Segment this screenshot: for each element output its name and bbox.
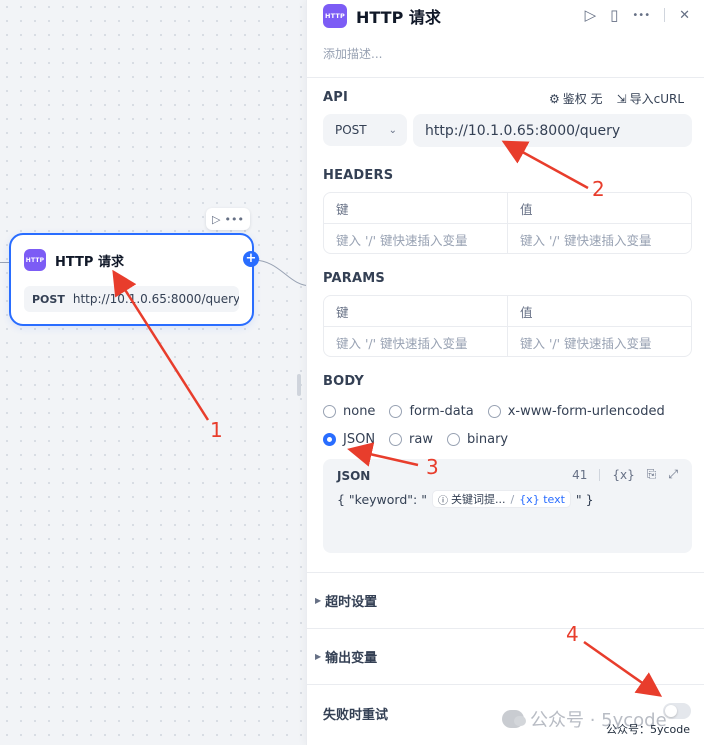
play-icon[interactable]: ▷ bbox=[212, 213, 220, 226]
output-variables-toggle[interactable]: ▶ 输出变量 bbox=[315, 647, 377, 666]
api-tools: ⚙ 鉴权 无 ⇲ 导入cURL bbox=[549, 90, 684, 107]
node-toolbar: ▷ ••• bbox=[206, 208, 250, 230]
headers-label: HEADERS bbox=[323, 168, 394, 183]
header-value-input[interactable]: 键入 '/' 键快速插入变量 bbox=[507, 224, 691, 253]
annotation-3: 3 bbox=[426, 455, 439, 479]
json-editor-tools: 41 {x} ⎘ ⤢ bbox=[572, 467, 678, 482]
watermark-small: 公众号：5ycode bbox=[606, 723, 691, 736]
body-type-options: none form-data x-www-form-urlencoded bbox=[323, 404, 665, 419]
http-request-node[interactable]: HTTP HTTP 请求 POST http://10.1.0.65:8000/… bbox=[9, 233, 254, 326]
timeout-settings-toggle[interactable]: ▶ 超时设置 bbox=[315, 591, 377, 610]
radio-icon bbox=[389, 433, 403, 446]
play-icon[interactable]: ▷ bbox=[585, 6, 597, 24]
insert-variable-icon[interactable]: {x} bbox=[612, 468, 634, 482]
node-method: POST bbox=[32, 292, 65, 306]
table-header-row: 键 值 bbox=[324, 296, 691, 326]
json-editor[interactable]: JSON 41 {x} ⎘ ⤢ { "keyword": " ⓘ 关键词提...… bbox=[323, 459, 692, 553]
caret-right-icon: ▶ bbox=[315, 596, 322, 605]
json-content[interactable]: { "keyword": " ⓘ 关键词提... / {x} text " } bbox=[337, 490, 594, 508]
body-type-options-2: JSON raw binary bbox=[323, 432, 508, 447]
body-label: BODY bbox=[323, 374, 365, 389]
http-icon: HTTP bbox=[24, 249, 46, 271]
radio-icon bbox=[389, 405, 403, 418]
import-curl-button[interactable]: ⇲ 导入cURL bbox=[617, 90, 684, 107]
gear-icon: ⚙ bbox=[548, 91, 560, 106]
api-label: API bbox=[323, 90, 349, 105]
panel-title[interactable]: HTTP 请求 bbox=[356, 4, 441, 28]
table-row: 键入 '/' 键快速插入变量 键入 '/' 键快速插入变量 bbox=[324, 223, 691, 253]
variable-chip[interactable]: ⓘ 关键词提... / {x} text bbox=[431, 490, 571, 508]
key-column-header: 键 bbox=[336, 201, 349, 217]
value-column-header: 值 bbox=[507, 296, 691, 326]
radio-icon bbox=[323, 405, 336, 418]
method-select[interactable]: POST ⌄ bbox=[323, 114, 407, 146]
url-input[interactable]: http://10.1.0.65:8000/query bbox=[413, 114, 692, 147]
wechat-icon bbox=[502, 710, 526, 728]
table-row: 键入 '/' 键快速插入变量 键入 '/' 键快速插入变量 bbox=[324, 326, 691, 356]
body-type-none[interactable]: none bbox=[323, 404, 375, 419]
description-input[interactable]: 添加描述... bbox=[323, 45, 382, 62]
divider bbox=[307, 77, 704, 78]
radio-selected-icon bbox=[323, 433, 336, 446]
annotation-2: 2 bbox=[592, 177, 605, 201]
char-count: 41 bbox=[572, 467, 588, 482]
more-icon[interactable]: ••• bbox=[632, 10, 650, 21]
retry-toggle[interactable] bbox=[663, 703, 691, 719]
node-url-summary: POST http://10.1.0.65:8000/query bbox=[24, 286, 239, 312]
panel-header: HTTP HTTP 请求 bbox=[323, 4, 441, 28]
chevron-down-icon: ⌄ bbox=[388, 124, 397, 136]
node-url: http://10.1.0.65:8000/query bbox=[72, 292, 239, 306]
key-column-header: 键 bbox=[336, 304, 349, 320]
node-settings-panel: HTTP HTTP 请求 ▷ ▯ ••• ✕ 添加描述... API ⚙ 鉴权 无… bbox=[306, 0, 704, 745]
param-key-input[interactable]: 键入 '/' 键快速插入变量 bbox=[324, 327, 507, 356]
body-type-json[interactable]: JSON bbox=[323, 432, 375, 447]
divider bbox=[599, 468, 601, 481]
params-label: PARAMS bbox=[323, 271, 385, 286]
more-icon[interactable]: ••• bbox=[225, 213, 244, 226]
radio-icon bbox=[447, 433, 460, 446]
body-type-form-data[interactable]: form-data bbox=[389, 404, 474, 419]
header-key-input[interactable]: 键入 '/' 键快速插入变量 bbox=[324, 224, 507, 253]
divider bbox=[307, 684, 704, 685]
radio-icon bbox=[487, 405, 501, 418]
close-icon[interactable]: ✕ bbox=[679, 8, 690, 23]
params-table: 键 值 键入 '/' 键快速插入变量 键入 '/' 键快速插入变量 bbox=[323, 295, 692, 357]
workflow-canvas[interactable]: ▷ ••• HTTP HTTP 请求 POST http://10.1.0.65… bbox=[0, 0, 312, 745]
body-type-binary[interactable]: binary bbox=[447, 432, 508, 447]
book-icon[interactable]: ▯ bbox=[610, 6, 618, 24]
panel-resize-handle[interactable] bbox=[297, 374, 301, 396]
copy-icon[interactable]: ⎘ bbox=[647, 467, 657, 482]
body-type-urlencoded[interactable]: x-www-form-urlencoded bbox=[487, 404, 665, 419]
info-icon: ⓘ bbox=[437, 495, 448, 507]
add-node-handle-icon[interactable]: + bbox=[243, 251, 259, 267]
expand-icon[interactable]: ⤢ bbox=[668, 467, 678, 482]
auth-button[interactable]: ⚙ 鉴权 无 bbox=[549, 90, 603, 107]
import-icon: ⇲ bbox=[616, 91, 627, 106]
divider bbox=[664, 8, 666, 22]
headers-table: 键 值 键入 '/' 键快速插入变量 键入 '/' 键快速插入变量 bbox=[323, 192, 692, 254]
table-header-row: 键 值 bbox=[324, 193, 691, 223]
annotation-1: 1 bbox=[210, 418, 223, 442]
param-value-input[interactable]: 键入 '/' 键快速插入变量 bbox=[507, 327, 691, 356]
retry-label: 失败时重试 bbox=[323, 708, 389, 723]
outgoing-edge bbox=[252, 259, 312, 287]
annotation-4: 4 bbox=[566, 622, 579, 646]
node-header: HTTP HTTP 请求 bbox=[24, 249, 124, 271]
json-editor-label: JSON bbox=[337, 469, 371, 483]
node-title: HTTP 请求 bbox=[55, 254, 124, 270]
caret-right-icon: ▶ bbox=[315, 652, 322, 661]
divider bbox=[307, 572, 704, 573]
http-icon: HTTP bbox=[323, 4, 347, 28]
panel-actions: ▷ ▯ ••• ✕ bbox=[585, 6, 690, 24]
body-type-raw[interactable]: raw bbox=[389, 432, 433, 447]
divider bbox=[307, 628, 704, 629]
